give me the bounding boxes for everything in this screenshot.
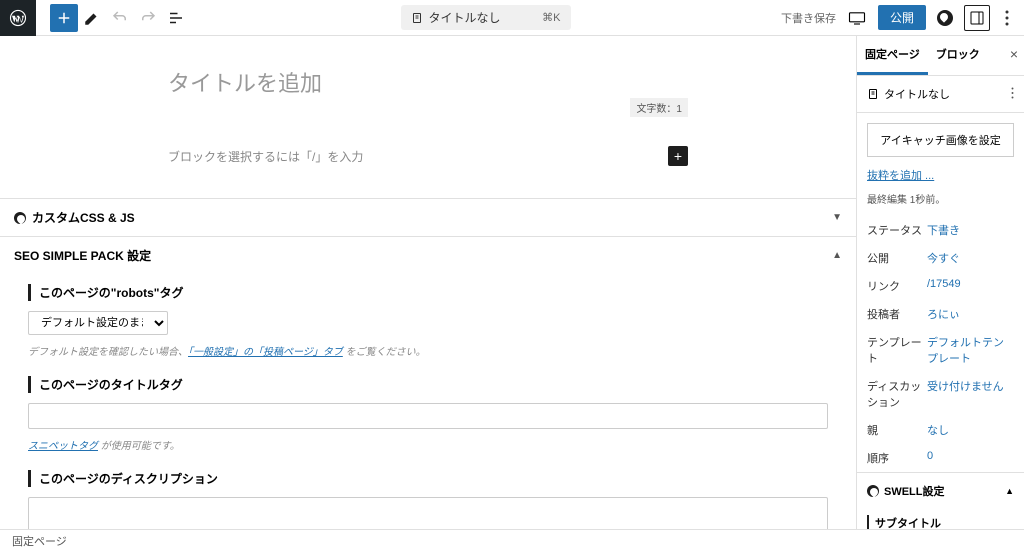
footer-breadcrumb: 固定ページ (0, 529, 1024, 551)
edit-tool-icon[interactable] (78, 4, 106, 32)
page-title-input[interactable]: タイトルを追加 (168, 66, 688, 98)
swell-toolbar-icon[interactable] (934, 7, 956, 29)
top-toolbar: タイトルなし ⌘K 下書き保存 公開 (0, 0, 1024, 36)
custom-css-js-panel: カスタムCSS & JS ▼ (0, 198, 856, 236)
robots-help-link[interactable]: 「一般設定」の「投稿ページ」タブ (188, 347, 343, 358)
description-label: このページのディスクリプション (28, 470, 828, 487)
status-value[interactable]: 下書き (927, 222, 1014, 238)
document-outline-icon[interactable] (162, 4, 190, 32)
parent-label: 親 (867, 422, 927, 438)
link-label: リンク (867, 278, 927, 294)
titletag-help: スニペットタグ が使用可能です。 (28, 437, 828, 452)
add-excerpt-link[interactable]: 抜粋を追加 ... (867, 170, 934, 182)
seo-panel-header[interactable]: SEO SIMPLE PACK 設定 ▲ (0, 237, 856, 274)
description-textarea[interactable] (28, 497, 828, 529)
status-label: ステータス (867, 222, 927, 238)
cmd-k-hint: ⌘K (542, 11, 560, 24)
redo-icon[interactable] (134, 4, 162, 32)
discussion-value[interactable]: 受け付けません (927, 378, 1014, 410)
wordpress-logo[interactable] (0, 0, 36, 36)
sidebar-page-title: タイトルなし (884, 86, 950, 102)
main-area: タイトルを追加 文字数：1 ブロックを選択するには「/」を入力 + カスタムCS… (0, 36, 1024, 529)
settings-sidebar: 固定ページ ブロック × タイトルなし アイキャッチ画像を設定 抜粋を追加 ..… (856, 36, 1024, 529)
order-label: 順序 (867, 450, 927, 466)
chevron-down-icon: ▼ (832, 212, 842, 223)
publish-label: 公開 (867, 250, 927, 266)
publish-value[interactable]: 今すぐ (927, 250, 1014, 266)
link-value[interactable]: /17549 (927, 278, 1014, 294)
swell-icon (867, 485, 879, 497)
page-actions-button[interactable] (1011, 87, 1014, 102)
robots-label: このページの"robots"タグ (28, 284, 828, 301)
snippet-tag-link[interactable]: スニペットタグ (28, 441, 98, 452)
preview-button[interactable] (844, 5, 870, 31)
document-summary-button[interactable]: タイトルなし ⌘K (401, 5, 571, 30)
author-label: 投稿者 (867, 306, 927, 322)
breadcrumb-item[interactable]: 固定ページ (12, 533, 67, 549)
order-value[interactable]: 0 (927, 450, 1014, 466)
add-block-inline-button[interactable]: + (668, 146, 688, 166)
character-count-badge: 文字数：1 (630, 98, 688, 117)
robots-help: デフォルト設定を確認したい場合、「一般設定」の「投稿ページ」タブ をご覧ください… (28, 343, 828, 358)
author-value[interactable]: ろにぃ (927, 306, 1014, 322)
template-value[interactable]: デフォルトテンプレート (927, 334, 1014, 366)
undo-icon[interactable] (106, 4, 134, 32)
publish-button[interactable]: 公開 (878, 5, 926, 30)
set-featured-image-button[interactable]: アイキャッチ画像を設定 (867, 123, 1014, 157)
chevron-up-icon: ▲ (832, 250, 842, 261)
seo-panel: SEO SIMPLE PACK 設定 ▲ このページの"robots"タグ デフ… (0, 236, 856, 529)
more-options-button[interactable] (998, 10, 1016, 26)
doc-title: タイトルなし (429, 9, 501, 26)
add-block-button[interactable] (50, 4, 78, 32)
swell-settings-header[interactable]: SWELL設定 ▲ (857, 473, 1024, 509)
subtitle-label: サブタイトル (867, 515, 1014, 529)
save-draft-button[interactable]: 下書き保存 (781, 10, 836, 26)
page-icon (867, 88, 879, 100)
editor-canvas: タイトルを追加 文字数：1 ブロックを選択するには「/」を入力 + カスタムCS… (0, 36, 856, 529)
tab-page[interactable]: 固定ページ (857, 36, 928, 75)
close-sidebar-button[interactable]: × (1010, 46, 1018, 62)
page-icon (411, 12, 423, 24)
swell-icon (14, 212, 26, 224)
robots-select[interactable]: デフォルト設定のまま (28, 311, 168, 335)
tab-block[interactable]: ブロック (928, 36, 988, 75)
titletag-label: このページのタイトルタグ (28, 376, 828, 393)
template-label: テンプレート (867, 334, 927, 366)
titletag-input[interactable] (28, 403, 828, 429)
chevron-up-icon: ▲ (1005, 486, 1014, 496)
last-edited-text: 最終編集 1秒前。 (857, 191, 1024, 216)
parent-value[interactable]: なし (927, 422, 1014, 438)
custom-css-js-header[interactable]: カスタムCSS & JS ▼ (0, 199, 856, 236)
swell-settings-section: SWELL設定 ▲ サブタイトル アイキャッチ画像の注釈 (857, 472, 1024, 529)
block-prompt-text[interactable]: ブロックを選択するには「/」を入力 (168, 148, 363, 165)
discussion-label: ディスカッション (867, 378, 927, 410)
settings-sidebar-toggle[interactable] (964, 5, 990, 31)
